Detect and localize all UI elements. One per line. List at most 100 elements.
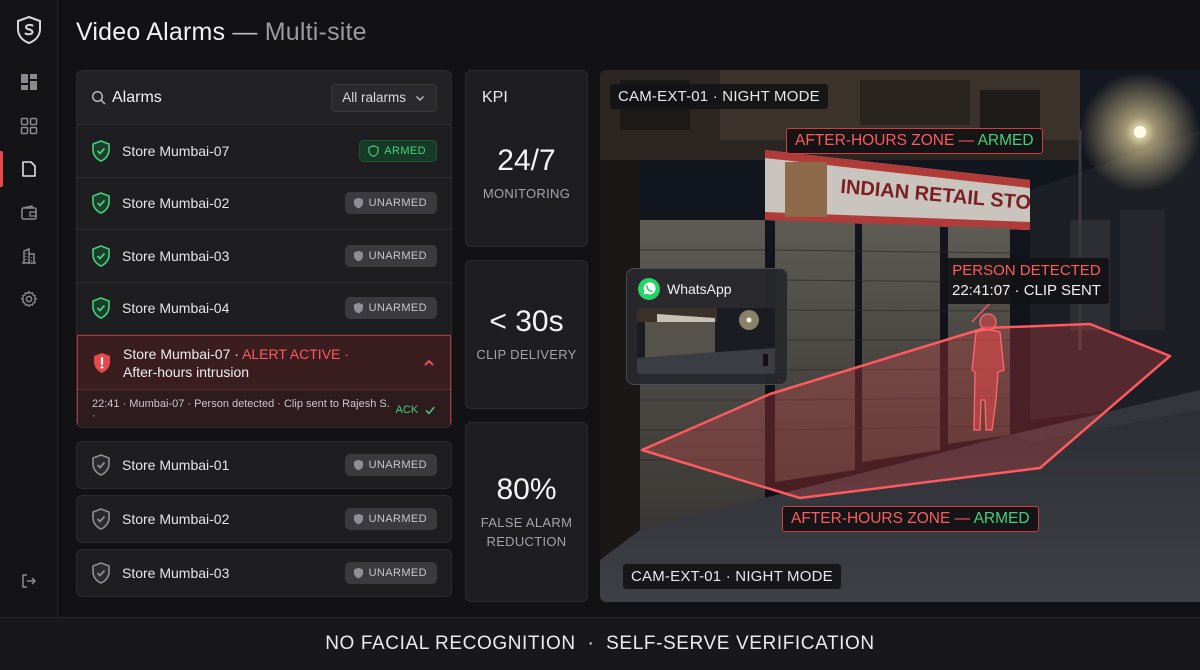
camera-feed[interactable]: INDIAN RETAIL STORE CAM-EXT-01 · NIGHT M…	[600, 70, 1200, 602]
ack-label[interactable]: ACK	[396, 404, 419, 416]
shield-check-icon	[92, 508, 110, 530]
status-badge-unarmed[interactable]: UNARMED	[344, 297, 437, 320]
alert-log-text: 22:41 · Mumbai-07 · Person detected · Cl…	[92, 398, 390, 422]
document-icon	[22, 161, 36, 177]
kpi-caption: CLIP DELIVERY	[476, 347, 577, 362]
alert-log: 22:41 · Mumbai-07 · Person detected · Cl…	[78, 390, 450, 427]
detection-title: PERSON DETECTED	[952, 262, 1101, 279]
shield-logo-icon	[17, 16, 41, 44]
alert-state: ALERT ACTIVE ·	[242, 345, 349, 362]
status-text: ARMED	[384, 144, 426, 157]
store-card[interactable]: Store Mumbai-02 UNARMED	[76, 495, 452, 543]
kpi-card-monitoring: KPI 24/7 MONITORING	[465, 70, 588, 247]
chevron-down-icon	[416, 95, 424, 101]
page-title: Video Alarms — Multi-site	[76, 18, 367, 47]
store-name: Store Mumbai-02	[122, 195, 230, 212]
alarms-panel: Alarms All ralarms Store Mumbai-07 ARMED…	[76, 70, 452, 428]
alert-text: Store Mumbai-07 · ALERT ACTIVE · After-h…	[123, 345, 422, 381]
shield-alert-icon	[94, 352, 110, 373]
kpi-caption-line1: FALSE ALARM	[480, 515, 573, 530]
whatsapp-label: WhatsApp	[667, 281, 732, 297]
sidebar-item-settings[interactable]	[0, 281, 58, 317]
shield-check-icon	[92, 454, 110, 476]
alert-summary[interactable]: Store Mumbai-07 · ALERT ACTIVE · After-h…	[78, 336, 450, 390]
kpi-caption-line2: REDUCTION	[486, 534, 567, 549]
dashboard-icon	[21, 74, 37, 90]
status-badge-unarmed[interactable]: UNARMED	[344, 508, 437, 530]
store-name: Store Mumbai-03	[122, 247, 230, 264]
grid-icon	[20, 117, 38, 135]
sidebar-item-wallet[interactable]	[0, 195, 58, 231]
kpi-label: KPI	[482, 89, 508, 106]
clip-thumbnail-image	[637, 308, 775, 374]
alarm-filter-dropdown[interactable]: All ralarms	[331, 83, 437, 112]
alarm-row[interactable]: Store Mumbai-07 ARMED	[77, 125, 451, 178]
sidebar-item-alarms[interactable]	[0, 151, 58, 187]
whatsapp-header: WhatsApp	[637, 277, 777, 301]
shield-check-icon	[92, 244, 110, 267]
page-title-main: Video Alarms	[76, 18, 226, 46]
kpi-value: 80%	[496, 473, 557, 506]
zone-state-text: ARMED	[977, 132, 1034, 149]
store-card[interactable]: Store Mumbai-01 UNARMED	[76, 441, 452, 489]
store-card[interactable]: Store Mumbai-03 UNARMED	[76, 549, 452, 597]
gear-icon	[20, 290, 38, 308]
clip-thumbnail[interactable]	[637, 308, 775, 374]
alarm-row[interactable]: Store Mumbai-04 UNARMED	[77, 282, 451, 335]
status-text: UNARMED	[368, 459, 427, 471]
status-badge-armed[interactable]: ARMED	[359, 139, 437, 162]
status-text: UNARMED	[368, 513, 427, 525]
alert-active-row[interactable]: Store Mumbai-07 · ALERT ACTIVE · After-h…	[77, 335, 451, 427]
alert-description: After-hours intrusion	[123, 363, 250, 380]
status-text: UNARMED	[368, 302, 427, 315]
wallet-icon	[21, 205, 37, 220]
store-name: Store Mumbai-02	[122, 511, 230, 527]
status-badge-unarmed[interactable]: UNARMED	[344, 244, 437, 267]
store-name: Store Mumbai-07	[122, 142, 230, 159]
status-badge-unarmed[interactable]: UNARMED	[344, 454, 437, 476]
kpi-card-false-alarm: 80% FALSE ALARM REDUCTION	[465, 422, 588, 602]
status-text: UNARMED	[368, 197, 427, 210]
sidebar-item-buildings[interactable]	[0, 238, 58, 274]
zone-label-text: AFTER-HOURS ZONE —	[791, 510, 971, 527]
status-text: UNARMED	[368, 249, 427, 262]
kpi-caption: FALSE ALARM REDUCTION	[481, 513, 572, 551]
sidebar-item-dashboard[interactable]	[0, 64, 58, 100]
filter-value: All ralarms	[342, 90, 406, 105]
alarms-header: Alarms All ralarms	[77, 71, 451, 125]
building-icon	[22, 247, 36, 264]
footer-banner: NO FACIAL RECOGNITION · SELF-SERVE VERIF…	[0, 617, 1200, 670]
alarm-row[interactable]: Store Mumbai-02 UNARMED	[77, 177, 451, 230]
shield-icon	[353, 250, 363, 262]
zone-state-text: ARMED	[973, 510, 1030, 527]
shield-icon	[368, 144, 379, 157]
logout-button[interactable]	[0, 563, 58, 599]
camera-tag-bottom: CAM-EXT-01 · NIGHT MODE	[623, 564, 841, 589]
store-name: Store Mumbai-03	[122, 565, 230, 581]
shield-icon	[353, 567, 363, 579]
alarms-title: Alarms	[112, 88, 162, 106]
camera-tag-top: CAM-EXT-01 · NIGHT MODE	[610, 84, 828, 109]
sidebar-item-grid[interactable]	[0, 108, 58, 144]
status-badge-unarmed[interactable]: UNARMED	[344, 192, 437, 215]
chevron-up-icon[interactable]	[422, 356, 436, 370]
store-name: Store Mumbai-01	[122, 457, 230, 473]
kpi-caption: MONITORING	[482, 186, 571, 201]
status-badge-unarmed[interactable]: UNARMED	[344, 562, 437, 584]
kpi-value: 24/7	[497, 144, 556, 177]
shield-check-icon	[92, 192, 110, 215]
store-name: Store Mumbai-04	[122, 300, 230, 317]
title-separator: —	[232, 18, 258, 46]
whatsapp-notification[interactable]: WhatsApp	[626, 268, 788, 385]
zone-label-bottom: AFTER-HOURS ZONE — ARMED	[782, 506, 1039, 532]
kpi-card-clip-delivery: < 30s CLIP DELIVERY	[465, 260, 588, 409]
check-icon	[425, 406, 436, 415]
sidebar	[0, 0, 58, 617]
search-icon[interactable]	[91, 90, 107, 106]
alarm-row[interactable]: Store Mumbai-03 UNARMED	[77, 230, 451, 283]
detection-detail: 22:41:07 · CLIP SENT	[952, 282, 1101, 299]
page-subtitle: Multi-site	[264, 18, 367, 46]
whatsapp-icon	[638, 278, 660, 300]
shield-icon	[353, 459, 363, 471]
shield-icon	[353, 303, 363, 314]
